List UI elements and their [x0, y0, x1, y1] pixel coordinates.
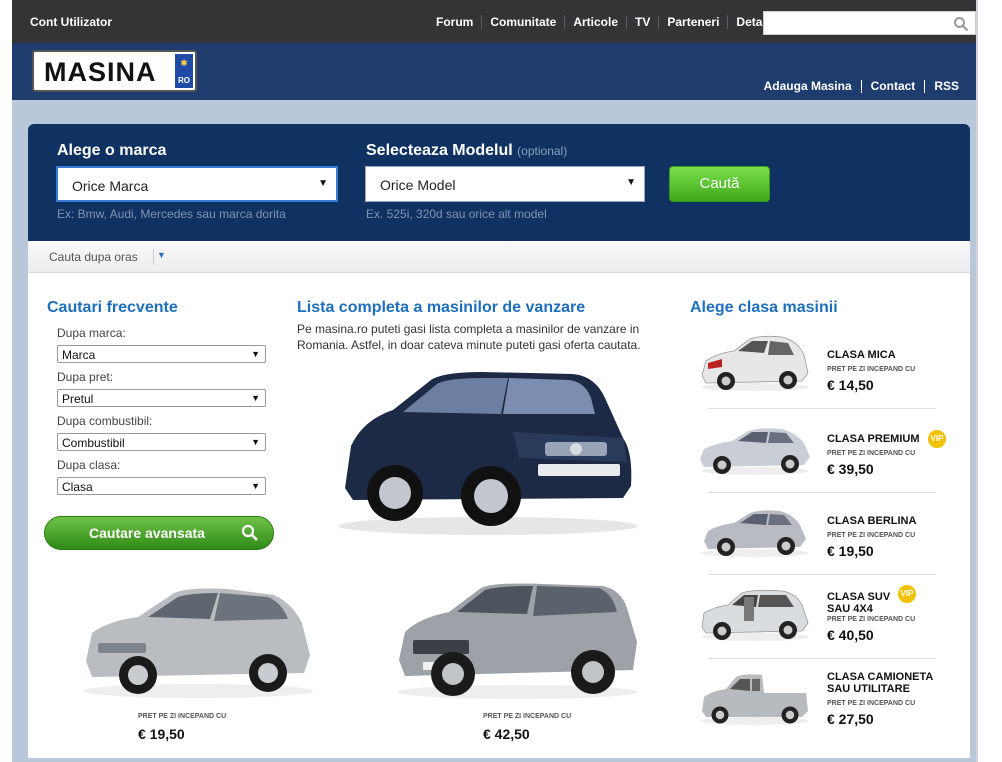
price-value: € 40,50 [827, 627, 874, 643]
filter-label: Dupa clasa: [57, 458, 121, 472]
price-filter-select[interactable]: Pretul ▼ [57, 389, 266, 407]
price-label: PRET PE ZI INCEPAND CU [827, 450, 916, 457]
window-edge [976, 0, 978, 762]
price-label: PRET PE ZI INCEPAND CU [827, 366, 916, 373]
logan-car-image [83, 588, 313, 698]
nav-parteneri[interactable]: Parteneri [658, 15, 727, 29]
chevron-down-icon: ▼ [251, 481, 260, 491]
city-search-label[interactable]: Cauta dupa oras [49, 250, 138, 264]
vip-badge: VIP [898, 585, 916, 603]
class-name: CLASA BERLINA [827, 515, 917, 527]
class-item-camioneta[interactable]: CLASA CAMIONETA SAU UTILITARE PRET PE ZI… [688, 659, 938, 741]
site-header: MASINA ✱ RO Adauga Masina Contact RSS [12, 43, 976, 100]
search-panel: Alege o marca Orice Marca ▼ Ex: Bmw, Aud… [28, 124, 970, 241]
filter-label: Dupa marca: [57, 326, 126, 340]
price-value: € 14,50 [827, 377, 874, 393]
listing-title: Lista completa a masinilor de vanzare [297, 299, 586, 316]
suv-thumb-image [701, 589, 809, 641]
sedan-car-image [701, 510, 809, 557]
class-item-mica[interactable]: CLASA MICA PRET PE ZI INCEPAND CU € 14,5… [688, 325, 938, 409]
optional-tag: (optional) [517, 144, 568, 158]
search-input[interactable] [764, 12, 944, 34]
top-bar: Cont Utilizator Forum Comunitate Articol… [12, 0, 976, 43]
class-item-premium[interactable]: CLASA PREMIUM VIP PRET PE ZI INCEPAND CU… [688, 409, 946, 493]
price-value: € 27,50 [827, 711, 874, 727]
nav-articole[interactable]: Articole [564, 15, 626, 29]
chevron-down-icon[interactable]: ▼ [157, 250, 166, 260]
logo-country: RO [178, 76, 190, 85]
top-nav: Forum Comunitate Articole TV Parteneri D… [428, 15, 795, 29]
brand-filter-select[interactable]: Marca ▼ [57, 345, 266, 363]
nav-comunitate[interactable]: Comunitate [481, 15, 564, 29]
nav-forum[interactable]: Forum [428, 15, 481, 29]
class-filter-select[interactable]: Clasa ▼ [57, 477, 266, 495]
vip-badge: VIP [928, 430, 946, 448]
brand-hint: Ex: Bmw, Audi, Mercedes sau marca dorita [57, 207, 286, 221]
suv-car-image [338, 372, 638, 535]
pickup-car-image [701, 674, 809, 725]
class-item-berlina[interactable]: CLASA BERLINA PRET PE ZI INCEPAND CU € 1… [688, 491, 938, 575]
brand-label: Alege o marca [57, 142, 167, 159]
search-icon [241, 524, 258, 541]
city-bar: Cauta dupa oras ▼ [28, 241, 970, 273]
premium-car-image [700, 428, 810, 475]
chevron-down-icon: ▼ [318, 178, 328, 189]
filter-label: Dupa combustibil: [57, 414, 153, 428]
price-label: PRET PE ZI INCEPAND CU [138, 713, 227, 720]
class-name: CLASA SUV SAU 4X4 [827, 591, 891, 615]
nav-contact[interactable]: Contact [860, 80, 925, 93]
price-label: PRET PE ZI INCEPAND CU [483, 713, 572, 720]
search-box [763, 11, 976, 35]
duster-car-image [398, 583, 638, 699]
header-nav: Adauga Masina Contact RSS [755, 80, 968, 93]
price-value: € 19,50 [138, 726, 185, 742]
price-value: € 39,50 [827, 461, 874, 477]
listing-description: Pe masina.ro puteti gasi lista completa … [297, 322, 641, 352]
eu-flag-icon: ✱ RO [175, 54, 193, 88]
logo-text: MASINA [44, 57, 157, 87]
price-value: € 42,50 [483, 726, 530, 742]
nav-adauga-masina[interactable]: Adauga Masina [755, 80, 861, 93]
model-select[interactable]: Orice Model ▼ [365, 166, 645, 202]
account-link[interactable]: Cont Utilizator [30, 15, 112, 29]
main-content: Cautari frecvente Dupa marca: Marca ▼ Dup… [28, 273, 970, 758]
class-item-suv[interactable]: CLASA SUV SAU 4X4 VIP PRET PE ZI INCEPAN… [688, 575, 938, 659]
class-name: CLASA PREMIUM [827, 433, 920, 445]
brand-select[interactable]: Orice Marca ▼ [56, 166, 338, 202]
filter-label: Dupa pret: [57, 370, 114, 384]
site-logo[interactable]: MASINA ✱ RO [32, 50, 197, 92]
advanced-search-button[interactable]: Cautare avansata [44, 516, 274, 550]
model-select-value: Orice Model [380, 177, 456, 193]
nav-rss[interactable]: RSS [924, 80, 968, 93]
price-label: PRET PE ZI INCEPAND CU [827, 700, 916, 707]
nav-tv[interactable]: TV [626, 15, 658, 29]
class-name: CLASA CAMIONETA SAU UTILITARE [827, 671, 933, 695]
chevron-down-icon: ▼ [626, 177, 636, 188]
chevron-down-icon: ▼ [251, 393, 260, 403]
chevron-down-icon: ▼ [251, 349, 260, 359]
divider [153, 249, 154, 265]
price-label: PRET PE ZI INCEPAND CU [827, 532, 916, 539]
model-hint: Ex. 525i, 320d sau orice alt model [366, 207, 547, 221]
class-name: CLASA MICA [827, 349, 896, 361]
classes-title: Alege clasa masinii [690, 299, 838, 316]
search-icon[interactable] [953, 16, 969, 32]
search-button[interactable]: Caută [669, 166, 770, 202]
price-value: € 19,50 [827, 543, 874, 559]
fuel-filter-select[interactable]: Combustibil ▼ [57, 433, 266, 451]
frequent-title: Cautari frecvente [47, 299, 178, 316]
price-label: PRET PE ZI INCEPAND CU [827, 616, 916, 623]
brand-select-value: Orice Marca [72, 178, 149, 194]
model-label: Selecteaza Modelul (optional) [366, 142, 568, 159]
chevron-down-icon: ▼ [251, 437, 260, 447]
small-car-image [701, 335, 809, 391]
